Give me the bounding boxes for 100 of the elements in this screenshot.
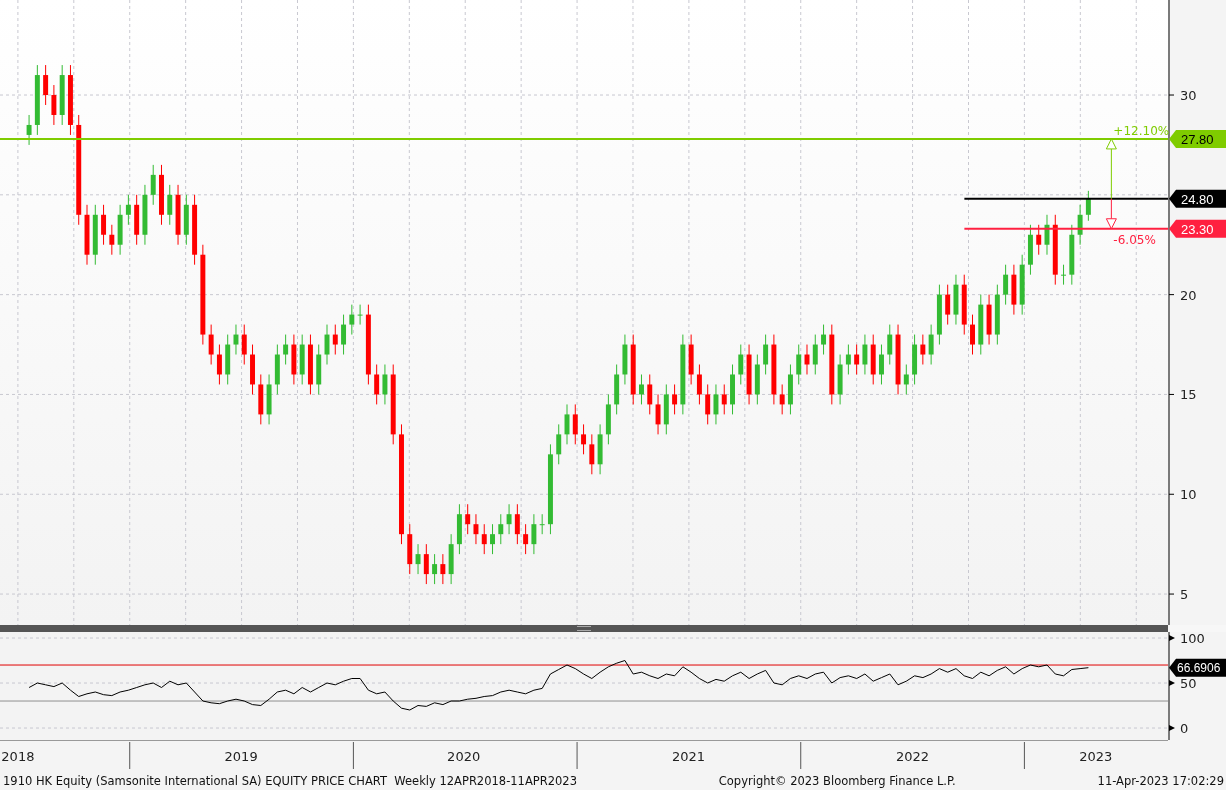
axis-label: 20: [1180, 287, 1197, 303]
candlestick: [589, 433, 595, 475]
candlestick: [67, 64, 73, 136]
candlestick: [994, 284, 1000, 346]
candlestick: [233, 324, 239, 355]
candlestick: [738, 344, 744, 385]
axis-label: 15: [1180, 387, 1197, 403]
candlestick: [490, 523, 495, 555]
copyright-text: Copyright© 2023 Bloomberg Finance L.P.: [718, 774, 956, 788]
candlestick: [986, 294, 992, 346]
candlestick: [423, 543, 429, 585]
candlestick: [622, 334, 628, 385]
axis-label: 10: [1180, 487, 1197, 503]
candlestick: [961, 274, 967, 336]
candlestick: [241, 324, 247, 365]
candlestick: [539, 513, 545, 535]
grip-icon: [577, 626, 591, 631]
candlestick: [945, 284, 951, 326]
candlestick: [639, 374, 644, 405]
candlestick: [970, 314, 975, 355]
candlestick: [730, 364, 735, 415]
candlestick: [456, 503, 462, 555]
candlestick: [1052, 214, 1058, 286]
candlestick: [258, 374, 264, 425]
candlestick: [307, 334, 313, 395]
candlestick: [887, 324, 893, 365]
candlestick: [150, 164, 156, 206]
axis-label: 0: [1180, 721, 1189, 737]
candlestick: [556, 423, 562, 465]
value-tag: 66.6906: [1169, 658, 1226, 677]
candlestick: [183, 194, 189, 246]
candlestick: [812, 334, 818, 375]
candlestick: [870, 334, 876, 385]
ref-line-label: 27.80: [1181, 131, 1214, 147]
chart-description: 1910 HK Equity (Samsonite International SA) EQUITY PRICE CHART Weekly 12APR2018-11APR2023: [3, 774, 577, 788]
candlestick: [465, 503, 471, 535]
candlestick: [1003, 264, 1009, 306]
candlestick: [274, 344, 280, 395]
candlestick: [357, 304, 363, 326]
candlestick: [283, 334, 289, 365]
candlestick: [1019, 254, 1025, 316]
price-tag: 24.80: [1169, 189, 1226, 208]
candlestick: [514, 503, 520, 545]
axis-label: 100: [1180, 632, 1205, 647]
candlestick: [696, 364, 702, 405]
candlestick: [1027, 224, 1033, 276]
candlestick: [84, 204, 90, 266]
candlestick: [862, 334, 868, 375]
candlestick: [192, 194, 198, 266]
timestamp: 11-Apr-2023 17:02:29: [1097, 774, 1224, 788]
candlestick: [614, 364, 620, 415]
candlestick: [903, 364, 909, 395]
candlestick: [721, 383, 727, 415]
candlestick: [1085, 190, 1091, 222]
candlestick: [821, 324, 827, 355]
candlestick: [978, 294, 984, 355]
candlestick: [332, 324, 338, 355]
candlestick: [432, 553, 438, 585]
candlestick: [1077, 204, 1083, 246]
candlestick: [920, 334, 926, 365]
candlestick: [597, 423, 603, 475]
candlestick: [531, 513, 537, 555]
year-label: 2023: [1079, 749, 1113, 764]
candlestick: [208, 324, 214, 365]
year-label: 2020: [447, 749, 481, 764]
candlestick: [1011, 264, 1017, 316]
year-label: 2021: [671, 749, 705, 764]
candlestick: [672, 383, 678, 415]
candlestick: [382, 364, 388, 405]
candlestick: [953, 274, 959, 326]
candlestick: [787, 364, 793, 415]
axis-label: 5: [1180, 587, 1189, 603]
candlestick: [796, 344, 802, 385]
candlestick: [448, 533, 454, 585]
candlestick: [34, 64, 40, 136]
candlestick: [581, 423, 587, 455]
candlestick: [936, 284, 942, 346]
candlestick: [763, 334, 769, 375]
candlestick: [572, 403, 578, 445]
candlestick: [134, 194, 140, 246]
candlestick: [299, 334, 305, 385]
candlestick: [159, 164, 164, 226]
candlestick: [771, 334, 777, 405]
candlestick: [1061, 264, 1067, 286]
candlestick: [605, 393, 611, 445]
candlestick: [845, 344, 851, 375]
candlestick: [523, 523, 529, 555]
candlestick: [912, 334, 918, 385]
candlestick: [142, 184, 148, 246]
candlestick: [117, 204, 123, 256]
candlestick: [341, 314, 347, 355]
price-tag: 23.30: [1169, 219, 1226, 238]
candlestick: [316, 344, 322, 395]
candlestick: [92, 204, 98, 266]
candlestick: [59, 64, 65, 126]
candlestick: [705, 383, 711, 425]
candlestick: [506, 503, 512, 535]
candlestick: [779, 383, 785, 415]
candlestick: [101, 204, 107, 246]
percent-label: +12.10%: [1113, 123, 1170, 138]
